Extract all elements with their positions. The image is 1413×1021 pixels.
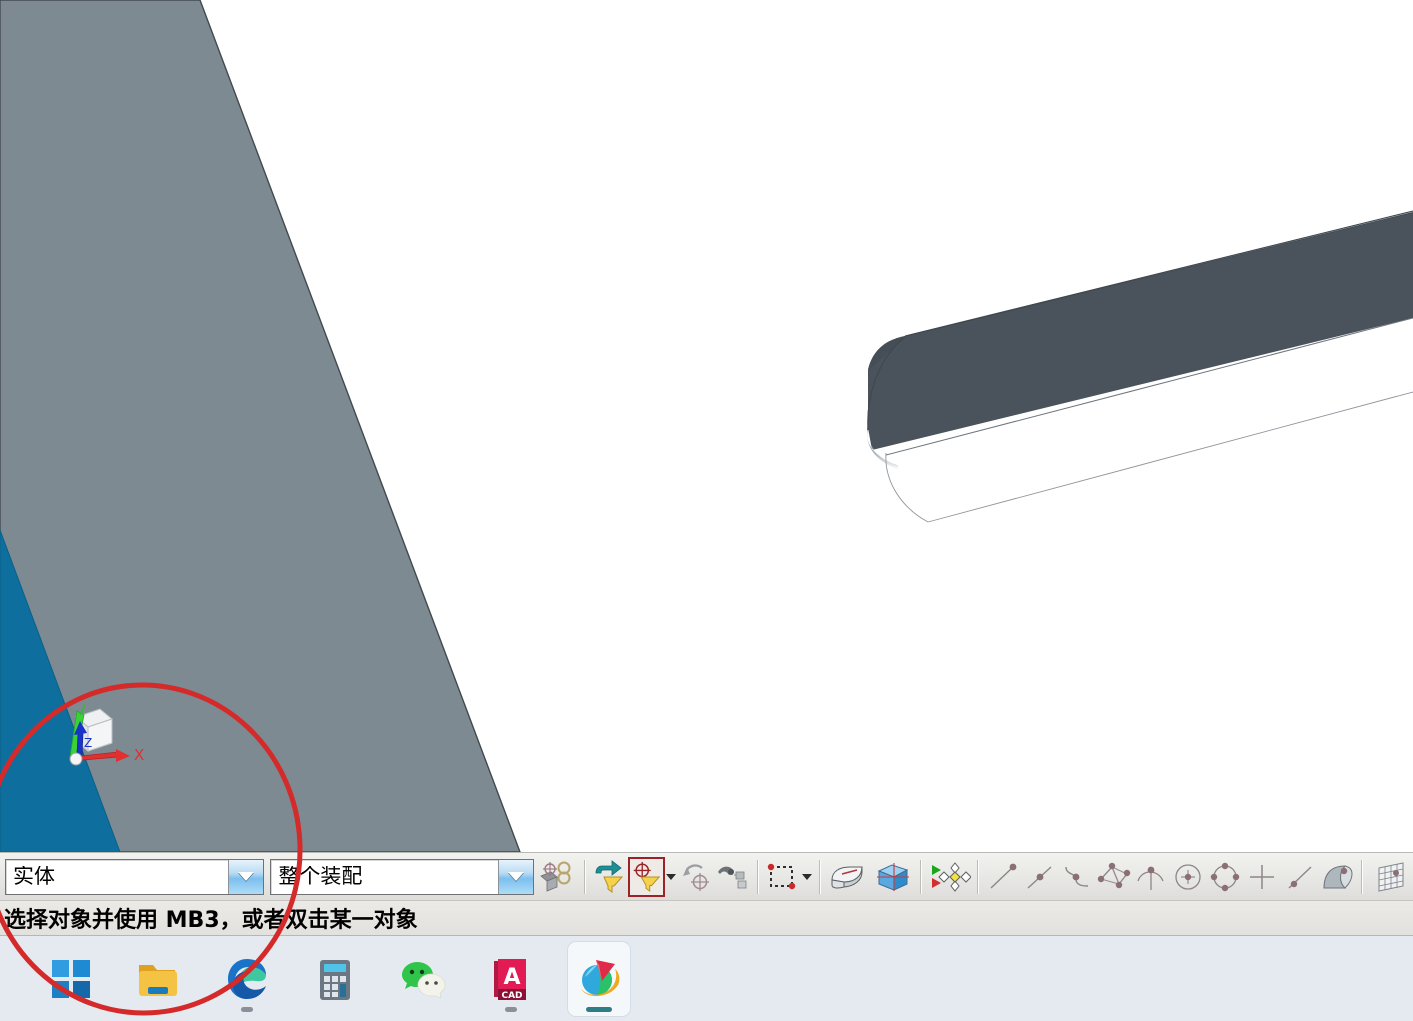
autocad-icon: A CAD <box>493 958 526 1001</box>
chevron-down-icon <box>507 872 524 881</box>
toolbar-separator <box>818 859 821 894</box>
running-indicator <box>585 1006 612 1012</box>
taskbar-items: A CAD <box>40 941 630 1016</box>
midpoint-snap-icon[interactable] <box>1021 857 1058 897</box>
calculator-icon <box>319 959 350 1000</box>
scope-filter-combobox[interactable]: 整个装配 <box>270 858 534 895</box>
intersection-snap-icon[interactable] <box>1096 857 1133 897</box>
folder-icon <box>138 964 177 996</box>
toolbar-separator <box>1361 859 1364 894</box>
status-bar-message: 选择对象并使用 MB3，或者双击某一对象 <box>4 908 418 933</box>
edge-icon <box>227 958 266 999</box>
triad-x-label: X <box>134 746 144 764</box>
scope-filter-dropdown-button[interactable] <box>497 859 533 894</box>
deselect-filter-icon[interactable] <box>591 857 628 897</box>
windows-taskbar: A CAD UG爱好者论坛@老夏* <box>0 936 1413 1021</box>
toolbar-separator <box>977 859 980 894</box>
type-filter-dropdown-button[interactable] <box>228 859 264 894</box>
running-indicator <box>504 1006 517 1012</box>
taskbar-wechat[interactable] <box>392 942 454 1016</box>
taskbar-file-explorer[interactable] <box>128 942 190 1016</box>
solid-select-icon[interactable] <box>870 857 915 897</box>
reset-point-icon[interactable] <box>678 857 715 897</box>
chevron-down-icon <box>666 873 677 880</box>
nx-icon <box>580 959 619 996</box>
running-indicator <box>240 1006 253 1012</box>
taskbar-edge[interactable] <box>216 942 278 1016</box>
chevron-down-icon <box>238 872 255 881</box>
wechat-icon <box>401 961 445 999</box>
arc-center-snap-icon[interactable] <box>1133 857 1170 897</box>
move-handles-icon[interactable] <box>927 857 972 897</box>
triad-z-axis <box>76 732 84 756</box>
taskbar-autocad[interactable]: A CAD <box>480 942 542 1016</box>
toolbar-separator <box>920 859 923 894</box>
circle-points-snap-icon[interactable] <box>1207 857 1244 897</box>
snap-point-filter-icon[interactable] <box>627 856 665 897</box>
chevron-down-icon <box>802 873 813 880</box>
grid-point-snap-icon[interactable] <box>1368 857 1413 897</box>
point-on-curve-snap-icon[interactable] <box>1281 857 1318 897</box>
type-filter-combobox[interactable]: 实体 <box>5 858 265 895</box>
nx-application-window: X Z 实体 整个装配 选择对象并使用 MB3，或者双击某一对象 A CAD <box>0 0 1413 1021</box>
rectangle-select-dropdown[interactable] <box>801 857 814 897</box>
windows-start-icon <box>51 959 90 998</box>
triad-origin <box>69 752 83 766</box>
face-select-icon[interactable] <box>826 857 871 897</box>
toolbar-separator <box>756 859 759 894</box>
svg-text:CAD: CAD <box>501 991 522 1001</box>
snap-point-filter-dropdown[interactable] <box>665 857 678 897</box>
quadrant-snap-icon[interactable] <box>1170 857 1207 897</box>
point-on-face-snap-icon[interactable] <box>1318 857 1356 897</box>
status-bar: 选择对象并使用 MB3，或者双击某一对象 <box>0 900 1413 936</box>
toolbar-separator <box>583 859 586 894</box>
taskbar-calculator[interactable] <box>304 942 366 1016</box>
taskbar-start-button[interactable] <box>40 942 102 1016</box>
triad-z-label: Z <box>84 736 92 750</box>
select-feature-icon[interactable] <box>715 857 752 897</box>
type-filter-value: 实体 <box>13 866 55 887</box>
svg-text:A: A <box>503 965 520 990</box>
rectangle-select-icon[interactable] <box>764 857 801 897</box>
scope-filter-value: 整个装配 <box>278 866 363 887</box>
graphics-viewport[interactable]: X Z <box>0 0 1413 852</box>
wcs-dynamics-icon[interactable] <box>534 857 579 897</box>
endpoint-snap-icon[interactable] <box>984 857 1021 897</box>
selection-toolbar: 实体 整个装配 <box>0 852 1413 900</box>
taskbar-nx[interactable] <box>567 941 630 1016</box>
control-point-snap-icon[interactable] <box>1058 857 1095 897</box>
existing-point-snap-icon[interactable] <box>1244 857 1281 897</box>
